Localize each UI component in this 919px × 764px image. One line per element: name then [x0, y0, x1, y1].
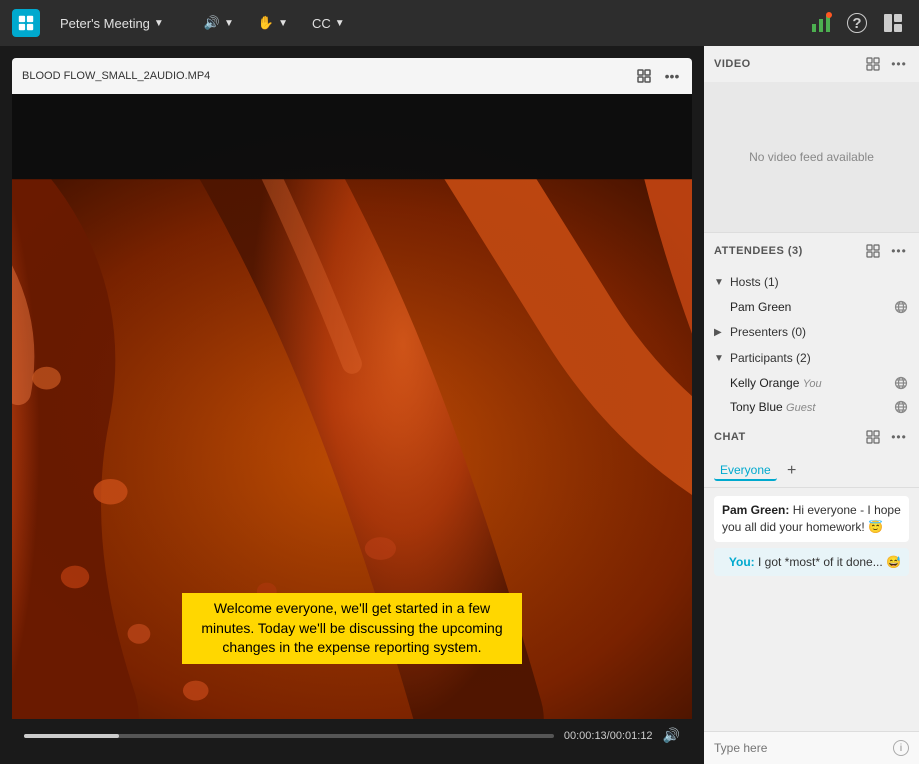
meeting-title-label: Peter's Meeting: [60, 16, 150, 31]
video-panel-section: VIDEO ••• No video feed available: [704, 46, 919, 233]
volume-icon[interactable]: 🔊: [663, 727, 680, 744]
video-header: BLOOD FLOW_SMALL_2AUDIO.MP4 •••: [12, 58, 692, 94]
attendee-kelly-orange: Kelly Orange You: [704, 371, 919, 395]
attendee-name-tony: Tony Blue Guest: [730, 400, 815, 414]
attendees-expand-icon[interactable]: [863, 241, 883, 261]
participants-chevron-icon: ▼: [714, 353, 726, 364]
meeting-title-chevron: ▼: [154, 18, 164, 29]
chat-info-icon[interactable]: i: [893, 740, 909, 756]
chat-sender-pam: Pam Green:: [722, 503, 793, 517]
hand-btn[interactable]: ✋ ▼: [250, 11, 296, 35]
cc-chevron-icon: ▼: [335, 18, 345, 29]
video-progress-fill: [24, 734, 119, 738]
presenters-group-header[interactable]: ▶ Presenters (0): [704, 319, 919, 345]
attendee-web-icon-tony: [893, 399, 909, 415]
expand-video-icon[interactable]: [634, 66, 654, 86]
hosts-group-title: Hosts (1): [730, 275, 779, 289]
chat-message-pam: Pam Green: Hi everyone - I hope you all …: [714, 496, 909, 542]
layout-icon[interactable]: [879, 9, 907, 37]
video-display: Welcome everyone, we'll get started in a…: [12, 94, 692, 719]
participants-group-title: Participants (2): [730, 351, 811, 365]
video-progress-bar[interactable]: [24, 734, 554, 738]
attendee-tony-blue: Tony Blue Guest: [704, 395, 919, 419]
hand-icon: ✋: [258, 15, 274, 31]
hosts-chevron-icon: ▼: [714, 277, 726, 288]
attendees-more-icon[interactable]: •••: [889, 241, 909, 261]
video-container: BLOOD FLOW_SMALL_2AUDIO.MP4 •••: [12, 58, 692, 752]
topbar-right-controls: ?: [807, 9, 907, 37]
chat-sender-self: You:: [729, 555, 758, 569]
chat-input-area: i: [704, 731, 919, 764]
video-more-icon[interactable]: •••: [889, 54, 909, 74]
video-header-controls: •••: [634, 66, 682, 86]
cc-label: CC: [312, 16, 331, 31]
video-section-header: VIDEO •••: [704, 46, 919, 82]
chat-more-icon[interactable]: •••: [889, 427, 909, 447]
topbar: Peter's Meeting ▼ 🔊 ▼ ✋ ▼ CC ▼ ?: [0, 0, 919, 46]
chat-section: CHAT ••• Everyone +: [704, 419, 919, 764]
chat-tabs: Everyone +: [704, 455, 919, 488]
meeting-title-btn[interactable]: Peter's Meeting ▼: [52, 12, 172, 35]
chat-expand-icon[interactable]: [863, 427, 883, 447]
attendees-section: ATTENDEES (3) ••• ▼: [704, 233, 919, 419]
video-header-icons: •••: [863, 54, 909, 74]
participants-group-header[interactable]: ▼ Participants (2): [704, 345, 919, 371]
attendee-name-pam: Pam Green: [730, 300, 791, 314]
chat-text-self: I got *most* of it done... 😅: [758, 555, 901, 569]
left-panel: BLOOD FLOW_SMALL_2AUDIO.MP4 •••: [0, 46, 704, 764]
chat-add-tab-btn[interactable]: +: [783, 462, 801, 480]
attendee-web-icon-pam: [893, 299, 909, 315]
attendees-section-header: ATTENDEES (3) •••: [704, 233, 919, 269]
chat-input[interactable]: [714, 741, 887, 755]
no-video-text: No video feed available: [749, 150, 874, 164]
video-time: 00:00:13/00:01:12: [564, 730, 653, 742]
presenters-chevron-icon: ▶: [714, 327, 726, 338]
right-panel: VIDEO ••• No video feed available: [704, 46, 919, 764]
chat-messages: Pam Green: Hi everyone - I hope you all …: [704, 488, 919, 731]
main-content: BLOOD FLOW_SMALL_2AUDIO.MP4 •••: [0, 46, 919, 764]
chat-section-header: CHAT •••: [704, 419, 919, 455]
attendees-title: ATTENDEES (3): [714, 245, 803, 257]
attendees-header-icons: •••: [863, 241, 909, 261]
app-logo: [12, 9, 40, 37]
video-placeholder: No video feed available: [704, 82, 919, 232]
stats-icon[interactable]: [807, 9, 835, 37]
help-icon[interactable]: ?: [843, 9, 871, 37]
audio-chevron-icon: ▼: [224, 18, 234, 29]
chat-title: CHAT: [714, 431, 746, 443]
attendee-pam-green: Pam Green: [704, 295, 919, 319]
presenters-group-title: Presenters (0): [730, 325, 806, 339]
caption-text: Welcome everyone, we'll get started in a…: [201, 600, 502, 655]
audio-btn[interactable]: 🔊 ▼: [196, 11, 242, 35]
chat-message-self: You: I got *most* of it done... 😅: [714, 548, 909, 577]
chat-header-icons: •••: [863, 427, 909, 447]
video-controls: 00:00:13/00:01:12 🔊: [12, 719, 692, 752]
video-expand-icon[interactable]: [863, 54, 883, 74]
attendee-web-icon-kelly: [893, 375, 909, 391]
video-filename: BLOOD FLOW_SMALL_2AUDIO.MP4: [22, 70, 210, 82]
video-section-title: VIDEO: [714, 58, 751, 70]
attendee-name-kelly: Kelly Orange You: [730, 376, 822, 390]
hosts-group-header[interactable]: ▼ Hosts (1): [704, 269, 919, 295]
chat-tab-everyone[interactable]: Everyone: [714, 461, 777, 481]
cc-btn[interactable]: CC ▼: [304, 12, 353, 35]
more-options-icon[interactable]: •••: [662, 66, 682, 86]
audio-icon: 🔊: [204, 15, 220, 31]
hand-chevron-icon: ▼: [278, 18, 288, 29]
caption-overlay: Welcome everyone, we'll get started in a…: [182, 593, 522, 664]
